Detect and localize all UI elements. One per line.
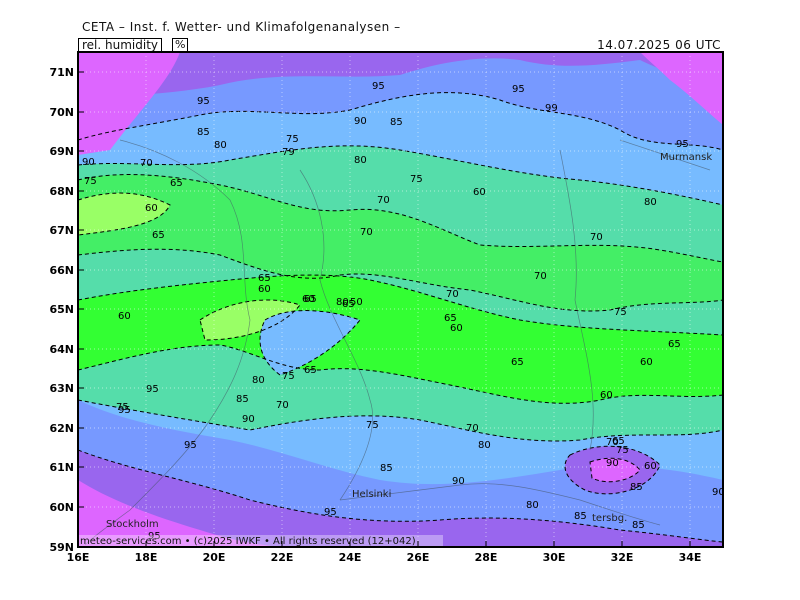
contour-value-label: 60 [258, 284, 271, 295]
lon-label: 32E [611, 551, 634, 564]
contour-value-label: 70 [534, 271, 547, 282]
contour-value-label: 85 [236, 394, 249, 405]
contour-value-label: 60 [145, 203, 158, 214]
contour-value-label: 80 [526, 500, 539, 511]
contour-value-label: 95 [118, 405, 131, 416]
lat-label: 64N [49, 343, 74, 356]
contour-value-label: 99 [545, 103, 558, 114]
contour-value-label: 65 [304, 294, 317, 305]
contour-value-label: 95 [372, 81, 385, 92]
contour-value-label: 60 [600, 390, 613, 401]
contour-value-label: 60 [450, 323, 463, 334]
contour-value-label: 75 [614, 307, 627, 318]
contour-value-label: 85 [632, 520, 645, 531]
contour-value-label: 60 [473, 187, 486, 198]
contour-value-label: 80 [478, 440, 491, 451]
contour-value-label: 70 [377, 195, 390, 206]
lon-label: 30E [543, 551, 566, 564]
contour-value-label: 80 [252, 375, 265, 386]
lat-label: 71N [49, 66, 74, 79]
contour-value-label: 95 [324, 507, 337, 518]
contour-value-label: 70 [446, 289, 459, 300]
contour-value-label: 85 [630, 482, 643, 493]
lat-label: 61N [49, 461, 74, 474]
contour-value-label: 75 [616, 445, 629, 456]
contour-value-label: 90 [82, 157, 95, 168]
contour-value-label: 60 [640, 357, 653, 368]
humidity-field: 9595 95999590 858580757990 70658075756070 80… [78, 52, 723, 547]
lat-label: 66N [49, 264, 74, 277]
contour-value-label: 95 [146, 384, 159, 395]
lat-label: 62N [49, 422, 74, 435]
lat-label: 60N [49, 501, 74, 514]
lat-label: 70N [49, 106, 74, 119]
contour-value-label: 70 [276, 400, 289, 411]
city-label-murmansk: Murmansk [660, 152, 712, 163]
copyright-text: meteo-services.com • (c)2025 IWKF • All … [80, 536, 416, 547]
lat-label: 68N [49, 185, 74, 198]
humidity-map: 9595 95999590 858580757990 70658075756070 80… [49, 51, 724, 564]
lat-label: 65N [49, 303, 74, 316]
city-label-stockholm: Stockholm [106, 519, 159, 530]
contour-value-label: 75 [410, 174, 423, 185]
contour-value-label: 85 [380, 463, 393, 474]
contour-value-label: 80 [354, 155, 367, 166]
lon-label: 24E [339, 551, 362, 564]
contour-value-label: 70 [466, 423, 479, 434]
contour-value-label: 65 [170, 178, 183, 189]
lon-label: 18E [135, 551, 158, 564]
lon-label: 20E [203, 551, 226, 564]
contour-value-label: 65 [304, 365, 317, 376]
contour-value-label: 65 [258, 273, 271, 284]
contour-value-label: 75 [282, 371, 295, 382]
contour-value-label: 95 [676, 139, 689, 150]
contour-value-label: 90 [354, 116, 367, 127]
contour-value-label: 79 [282, 147, 295, 158]
contour-value-label: 90 [452, 476, 465, 487]
contour-value-label: 65 [511, 357, 524, 368]
contour-value-label: 95 [512, 84, 525, 95]
contour-value-label: 85 [574, 511, 587, 522]
city-label-petersburg: tersbg. [592, 513, 627, 524]
lon-label: 28E [475, 551, 498, 564]
lat-label: 67N [49, 224, 74, 237]
contour-value-label: 70 [590, 232, 603, 243]
contour-value-label: 95 [184, 440, 197, 451]
contour-value-label: 90 [242, 414, 255, 425]
contour-value-label: 85 [197, 127, 210, 138]
contour-value-label: 75 [366, 420, 379, 431]
contour-value-label: 70 [140, 158, 153, 169]
lon-label: 22E [271, 551, 294, 564]
lat-label: 69N [49, 145, 74, 158]
contour-value-label: 65 [152, 230, 165, 241]
lon-label: 34E [679, 551, 702, 564]
city-label-helsinki: Helsinki [352, 489, 391, 500]
contour-value-label: 60 [118, 311, 131, 322]
contour-value-label: 80 [214, 140, 227, 151]
contour-value-label: 50 [350, 297, 363, 308]
contour-value-label: 85 [390, 117, 403, 128]
contour-value-label: 65 [668, 339, 681, 350]
contour-value-label: 75 [84, 176, 97, 187]
contour-value-label: 70 [360, 227, 373, 238]
contour-value-label: 75 [286, 134, 299, 145]
lon-label: 16E [67, 551, 90, 564]
contour-value-label: 90 [606, 458, 619, 469]
contour-value-label: 95 [197, 96, 210, 107]
lon-label: 26E [407, 551, 430, 564]
contour-value-label: 80 [644, 197, 657, 208]
contour-value-label: 60 [644, 461, 657, 472]
lat-label: 63N [49, 382, 74, 395]
